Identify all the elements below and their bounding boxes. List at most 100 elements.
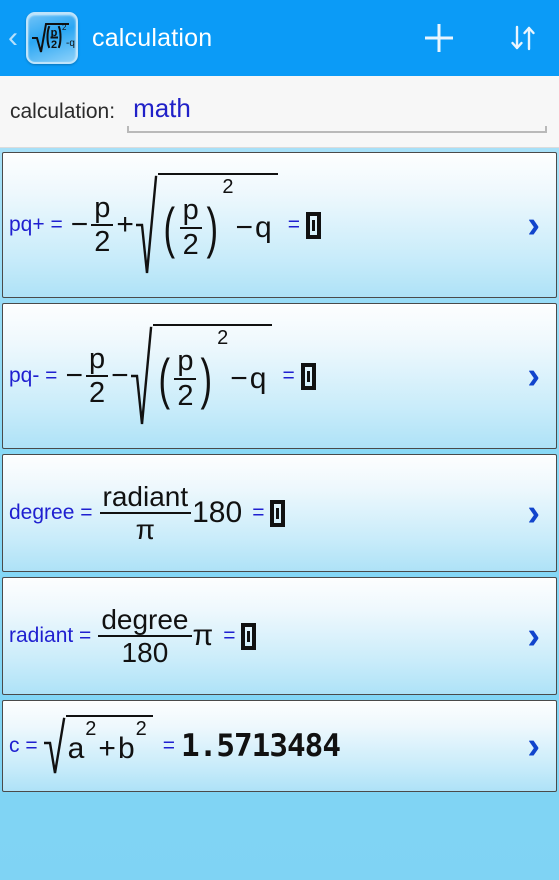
middle-operator: + (116, 208, 134, 241)
calculation-field-row: calculation: (0, 76, 559, 148)
left-paren: ( (163, 195, 176, 259)
denominator: 2 (94, 226, 111, 258)
formula-row-pq-minus[interactable]: pq- = − p 2 − (p 2) 2 − q = › (2, 303, 557, 449)
fraction-radiant-over-pi: radiant π (99, 481, 192, 545)
app-icon[interactable]: p 2 2 -q (26, 12, 78, 64)
formula-expression: degree 180 π = (97, 604, 257, 668)
left-paren: ( (158, 346, 170, 410)
variable-a: a (67, 731, 85, 765)
tail-operator: − (230, 361, 248, 395)
equals-sign: = (162, 734, 176, 757)
input-underline (127, 125, 547, 133)
back-button[interactable]: ‹ (2, 18, 24, 58)
result-empty-glyph (270, 499, 286, 527)
action-bar-buttons (419, 18, 543, 58)
square-root: ( p 2 ) 2 − q (130, 324, 273, 428)
radical-glyph (135, 175, 158, 274)
svg-text:2: 2 (51, 39, 57, 51)
action-bar: ‹ p 2 2 -q calculation (0, 0, 559, 76)
denominator: π (135, 514, 155, 545)
exponent: 2 (222, 176, 234, 198)
formula-expression: − p 2 − ( p 2) 2 − q = (63, 324, 316, 428)
factor: π (192, 619, 214, 652)
sort-button[interactable] (503, 18, 543, 58)
equals-sign: = (223, 624, 236, 647)
fraction-p-over-2-inner: p 2 (179, 194, 202, 261)
formula-label: pq+ = (9, 213, 63, 236)
square-root: a 2 + b 2 (43, 715, 153, 777)
formula-row-radiant[interactable]: radiant = degree 180 π = › (2, 577, 557, 695)
result-empty-glyph (306, 211, 321, 239)
chevron-right-icon[interactable]: › (523, 494, 548, 532)
radicand: ( p 2 ) 2 − q (152, 324, 273, 428)
denominator: 2 (182, 228, 199, 261)
result-empty-glyph (241, 622, 257, 650)
tail-variable: q (249, 361, 267, 395)
numerator: degree (101, 604, 189, 635)
formula-row-pq-plus[interactable]: pq+ = − p 2 + (p 2) 2 − q = › (2, 152, 557, 298)
factor: 180 (192, 496, 243, 529)
exponent: 2 (217, 327, 229, 349)
formula-label: radiant = (9, 624, 92, 647)
equals-sign: = (287, 213, 300, 236)
numerator: radiant (102, 481, 189, 512)
plus-operator: + (98, 731, 116, 765)
formula-expression: radiant π 180 = (99, 482, 286, 544)
svg-text:p: p (51, 27, 58, 39)
add-button[interactable] (419, 18, 459, 58)
numerator: p (177, 345, 194, 378)
formula-list: pq+ = − p 2 + (p 2) 2 − q = › pq- = − … (0, 148, 559, 792)
lead-sign: − (65, 359, 83, 392)
radical-glyph (130, 326, 152, 425)
denominator: 180 (121, 637, 169, 668)
chevron-right-icon[interactable]: › (523, 206, 548, 244)
formula-content: pq+ = − p 2 + (p 2) 2 − q = (9, 173, 523, 277)
fraction-p-over-2-inner: p 2 (174, 345, 197, 412)
chevron-right-icon[interactable]: › (523, 617, 548, 655)
formula-label: c = (9, 734, 38, 757)
formula-row-degree[interactable]: degree = radiant π 180 = › (2, 454, 557, 572)
formula-expression: − p 2 + ( p 2) 2 − q = (69, 173, 321, 277)
middle-operator: − (111, 359, 129, 392)
radical-sign-icon (135, 173, 158, 277)
right-paren: ) (206, 195, 218, 259)
svg-text:2: 2 (62, 23, 67, 32)
numerator: p (182, 194, 199, 227)
radicand: ( p 2 ) 2 − q (157, 173, 278, 277)
formula-expression: a 2 + b 2 = 1.5713484 (43, 715, 341, 777)
formula-label: degree = (9, 501, 93, 524)
formula-row-c[interactable]: c = a 2 + b 2 = 1.5713484 › (2, 700, 557, 792)
formula-content: pq- = − p 2 − (p 2) 2 − q = (9, 324, 523, 428)
calculation-input[interactable] (127, 88, 547, 129)
chevron-right-icon[interactable]: › (523, 357, 548, 395)
radical-glyph (43, 717, 65, 774)
calculation-input-wrap (127, 88, 547, 135)
sort-arrows-icon (511, 25, 535, 51)
lead-sign: − (70, 208, 89, 241)
formula-content: degree = radiant π 180 = (9, 482, 523, 544)
svg-text:-q: -q (66, 38, 75, 49)
variable-b: b (117, 731, 135, 765)
plus-icon (425, 24, 453, 52)
radical-sign-icon (43, 715, 66, 777)
page-title: calculation (92, 23, 213, 52)
numerator: p (88, 342, 106, 375)
radicand: a 2 + b 2 (65, 715, 153, 777)
result-value: 1.5713484 (181, 728, 341, 764)
square-root: ( p 2 ) 2 − q (135, 173, 278, 277)
formula-content: radiant = degree 180 π = (9, 605, 523, 667)
result-empty-glyph (300, 362, 316, 390)
calculation-label: calculation: (10, 99, 116, 123)
denominator: 2 (88, 377, 106, 409)
radical-sign-icon (130, 324, 153, 428)
equals-sign: = (252, 501, 265, 524)
denominator: 2 (177, 379, 194, 412)
equals-sign: = (282, 364, 295, 387)
chevron-right-icon[interactable]: › (523, 727, 548, 765)
exponent-b: 2 (135, 718, 147, 740)
formula-content: c = a 2 + b 2 = 1.5713484 (9, 715, 523, 777)
back-chevron-icon: ‹ (8, 21, 18, 54)
tail-operator: − (235, 210, 254, 244)
tail-variable: q (255, 210, 272, 244)
fraction-degree-over-180: degree 180 (98, 604, 192, 668)
